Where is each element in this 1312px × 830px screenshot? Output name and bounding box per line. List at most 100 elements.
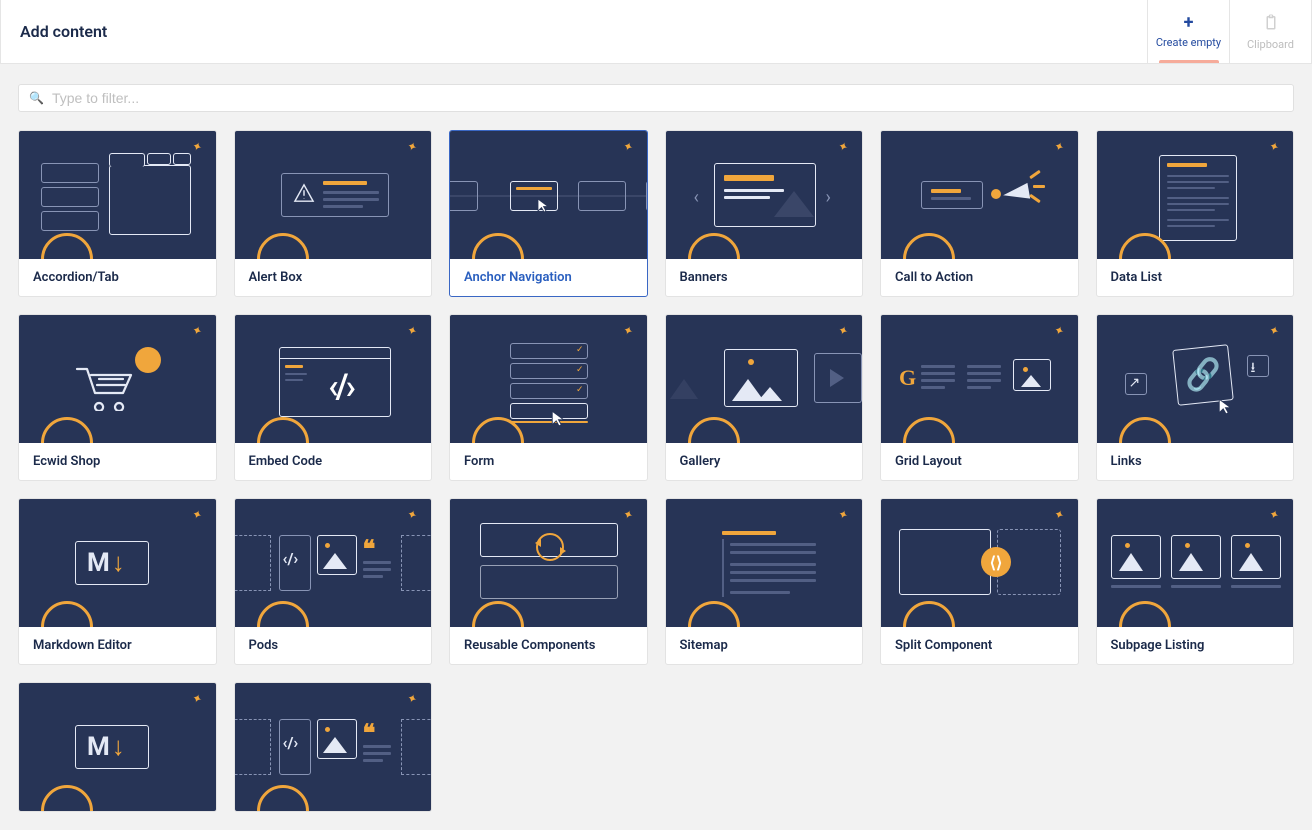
component-card-call-to-action[interactable]: ✦Call to Action bbox=[880, 130, 1079, 297]
pin-icon[interactable]: ✦ bbox=[1267, 139, 1282, 154]
pin-icon[interactable]: ✦ bbox=[1267, 323, 1282, 338]
component-label: Links bbox=[1097, 443, 1294, 480]
component-card-form[interactable]: ✓✓✓ ✦Form bbox=[449, 314, 648, 481]
component-label: Reusable Components bbox=[450, 627, 647, 664]
create-empty-button[interactable]: + Create empty bbox=[1147, 0, 1229, 63]
plus-icon: + bbox=[1184, 14, 1194, 32]
component-label: Sitemap bbox=[666, 627, 863, 664]
component-thumb: G ✦ bbox=[881, 315, 1078, 443]
filter-input[interactable] bbox=[52, 90, 1283, 106]
component-label: Split Component bbox=[881, 627, 1078, 664]
decoration-arc bbox=[903, 417, 955, 443]
component-card-alert-box[interactable]: ✦Alert Box bbox=[234, 130, 433, 297]
component-card-split-component[interactable]: ⟨⟩ ✦Split Component bbox=[880, 498, 1079, 665]
component-thumb: ✦ bbox=[881, 131, 1078, 259]
header-actions: + Create empty Clipboard bbox=[1147, 0, 1311, 63]
component-thumb: ✓✓✓ ✦ bbox=[450, 315, 647, 443]
component-card-ecwid-shop[interactable]: ✦Ecwid Shop bbox=[18, 314, 217, 481]
component-label: Subpage Listing bbox=[1097, 627, 1294, 664]
pin-icon[interactable]: ✦ bbox=[190, 507, 205, 522]
component-thumb: ✦ bbox=[666, 315, 863, 443]
component-thumb: M↓ ✦ bbox=[19, 499, 216, 627]
clipboard-button[interactable]: Clipboard bbox=[1229, 0, 1311, 63]
decoration-arc bbox=[1119, 417, 1171, 443]
pin-icon[interactable]: ✦ bbox=[405, 691, 420, 706]
component-thumb: ✦ bbox=[1097, 499, 1294, 627]
header: Add content + Create empty Clipboard bbox=[0, 0, 1312, 64]
component-thumb: ✦ bbox=[1097, 131, 1294, 259]
component-card-grid-layout[interactable]: G ✦Grid Layout bbox=[880, 314, 1079, 481]
pin-icon[interactable]: ✦ bbox=[1052, 323, 1067, 338]
component-label: Embed Code bbox=[235, 443, 432, 480]
filter-bar: 🔍 bbox=[0, 64, 1312, 112]
component-card-subpage-listing[interactable]: ✦ Subpage Listing bbox=[1096, 498, 1295, 665]
component-thumb: ↗ ⭳ 🔗 ✦ bbox=[1097, 315, 1294, 443]
pin-icon[interactable]: ✦ bbox=[621, 323, 636, 338]
component-thumb: ‹/› ✦ bbox=[235, 315, 432, 443]
component-card-pods[interactable]: ‹/› ❝ ✦Pods bbox=[234, 498, 433, 665]
pin-icon[interactable]: ✦ bbox=[621, 507, 636, 522]
component-thumb: M↓ ✦ bbox=[19, 683, 216, 811]
component-thumb: ✦ bbox=[19, 131, 216, 259]
component-label: Data List bbox=[1097, 259, 1294, 296]
pin-icon[interactable]: ✦ bbox=[190, 139, 205, 154]
pin-icon[interactable]: ✦ bbox=[621, 139, 636, 154]
component-thumb: ✦ bbox=[666, 499, 863, 627]
component-label: Gallery bbox=[666, 443, 863, 480]
pin-icon[interactable]: ✦ bbox=[190, 691, 205, 706]
decoration-arc bbox=[472, 601, 524, 627]
component-thumb: ✦ bbox=[450, 131, 647, 259]
component-card-extra-2[interactable]: ‹/› ❝ ✦ bbox=[234, 682, 433, 812]
component-thumb: ⟨⟩ ✦ bbox=[881, 499, 1078, 627]
search-icon: 🔍 bbox=[29, 91, 44, 105]
page-title: Add content bbox=[1, 22, 107, 41]
component-label: Anchor Navigation bbox=[450, 259, 647, 296]
component-card-embed-code[interactable]: ‹/› ✦Embed Code bbox=[234, 314, 433, 481]
pin-icon[interactable]: ✦ bbox=[190, 323, 205, 338]
decoration-arc bbox=[903, 233, 955, 259]
component-card-banners[interactable]: ‹› ✦Banners bbox=[665, 130, 864, 297]
pin-icon[interactable]: ✦ bbox=[405, 507, 420, 522]
decoration-arc bbox=[903, 601, 955, 627]
component-grid: ✦ Accordion/Tab ✦Alert Box ✦ Anchor Naviga… bbox=[0, 112, 1312, 830]
component-card-data-list[interactable]: ✦ Data List bbox=[1096, 130, 1295, 297]
pin-icon[interactable]: ✦ bbox=[1052, 507, 1067, 522]
create-empty-label: Create empty bbox=[1156, 36, 1221, 49]
component-card-anchor-navigation[interactable]: ✦ Anchor Navigation bbox=[449, 130, 648, 297]
component-card-extra-1[interactable]: M↓ ✦ bbox=[18, 682, 217, 812]
decoration-arc bbox=[688, 601, 740, 627]
component-thumb: ✦ bbox=[450, 499, 647, 627]
clipboard-icon bbox=[1262, 13, 1280, 34]
component-label: Pods bbox=[235, 627, 432, 664]
pin-icon[interactable]: ✦ bbox=[405, 139, 420, 154]
component-card-sitemap[interactable]: ✦ Sitemap bbox=[665, 498, 864, 665]
filter-input-container[interactable]: 🔍 bbox=[18, 84, 1294, 112]
decoration-arc bbox=[41, 601, 93, 627]
pin-icon[interactable]: ✦ bbox=[836, 507, 851, 522]
decoration-arc bbox=[41, 233, 93, 259]
component-label: Banners bbox=[666, 259, 863, 296]
component-card-accordion-tab[interactable]: ✦ Accordion/Tab bbox=[18, 130, 217, 297]
pin-icon[interactable]: ✦ bbox=[1267, 507, 1282, 522]
decoration-arc bbox=[41, 785, 93, 811]
decoration-arc bbox=[688, 233, 740, 259]
component-label: Form bbox=[450, 443, 647, 480]
component-card-links[interactable]: ↗ ⭳ 🔗 ✦Links bbox=[1096, 314, 1295, 481]
component-label: Grid Layout bbox=[881, 443, 1078, 480]
component-thumb: ‹› ✦ bbox=[666, 131, 863, 259]
component-label: Accordion/Tab bbox=[19, 259, 216, 296]
decoration-arc bbox=[41, 417, 93, 443]
component-thumb: ✦ bbox=[19, 315, 216, 443]
component-thumb: ‹/› ❝ ✦ bbox=[235, 683, 432, 811]
decoration-arc bbox=[257, 233, 309, 259]
pin-icon[interactable]: ✦ bbox=[1052, 139, 1067, 154]
decoration-arc bbox=[472, 233, 524, 259]
component-card-markdown-editor[interactable]: M↓ ✦Markdown Editor bbox=[18, 498, 217, 665]
pin-icon[interactable]: ✦ bbox=[405, 323, 420, 338]
pin-icon[interactable]: ✦ bbox=[836, 139, 851, 154]
component-card-gallery[interactable]: ✦ Gallery bbox=[665, 314, 864, 481]
decoration-arc bbox=[257, 601, 309, 627]
component-thumb: ‹/› ❝ ✦ bbox=[235, 499, 432, 627]
component-card-reusable-components[interactable]: ✦ Reusable Components bbox=[449, 498, 648, 665]
pin-icon[interactable]: ✦ bbox=[836, 323, 851, 338]
